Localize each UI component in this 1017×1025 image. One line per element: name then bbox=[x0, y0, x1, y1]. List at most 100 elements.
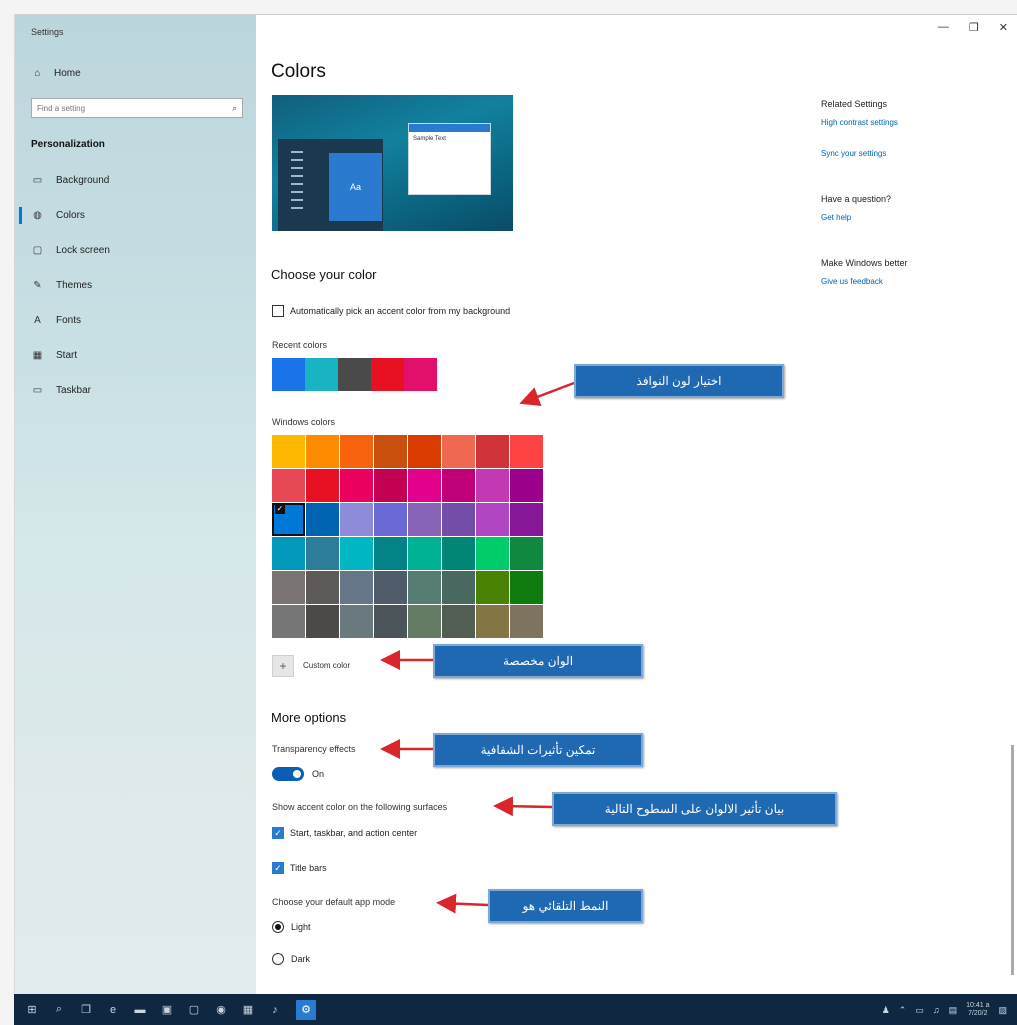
sidebar-item-fonts[interactable]: A Fonts bbox=[15, 303, 256, 338]
search-icon[interactable]: ⌕ bbox=[53, 1003, 65, 1016]
color-swatch[interactable] bbox=[272, 571, 305, 604]
color-swatch[interactable] bbox=[374, 571, 407, 604]
color-swatch[interactable] bbox=[340, 605, 373, 638]
auto-accent-row[interactable]: Automatically pick an accent color from … bbox=[272, 305, 510, 317]
custom-color-button[interactable]: + bbox=[272, 655, 294, 677]
color-swatch[interactable] bbox=[510, 605, 543, 638]
color-swatch[interactable] bbox=[272, 503, 305, 536]
color-swatch[interactable] bbox=[510, 435, 543, 468]
color-swatch[interactable] bbox=[340, 571, 373, 604]
color-swatch[interactable] bbox=[442, 537, 475, 570]
color-swatch[interactable] bbox=[408, 469, 441, 502]
color-swatch[interactable] bbox=[340, 469, 373, 502]
color-swatch[interactable] bbox=[476, 571, 509, 604]
color-swatch[interactable] bbox=[442, 605, 475, 638]
task-view-icon[interactable]: ❐ bbox=[80, 1004, 92, 1016]
color-swatch[interactable] bbox=[408, 571, 441, 604]
color-swatch[interactable] bbox=[510, 503, 543, 536]
start-windows-icon[interactable]: ⊞ bbox=[26, 1004, 38, 1016]
color-swatch[interactable] bbox=[272, 469, 305, 502]
vertical-scrollbar[interactable] bbox=[1011, 745, 1014, 975]
color-swatch[interactable] bbox=[374, 503, 407, 536]
chrome-icon[interactable]: ◉ bbox=[215, 1004, 227, 1016]
sidebar-item-themes[interactable]: ✎ Themes bbox=[15, 268, 256, 303]
color-swatch[interactable] bbox=[306, 605, 339, 638]
clock[interactable]: 10:41 a 7/20/2 bbox=[966, 1002, 989, 1018]
color-swatch[interactable] bbox=[510, 537, 543, 570]
color-swatch[interactable] bbox=[408, 537, 441, 570]
sidebar-item-lock-screen[interactable]: ▢ Lock screen bbox=[15, 233, 256, 268]
app-icon[interactable]: ♪ bbox=[269, 1004, 281, 1016]
recent-color-swatch[interactable] bbox=[305, 358, 338, 391]
feedback-link[interactable]: Give us feedback bbox=[821, 277, 1001, 286]
color-swatch[interactable] bbox=[306, 503, 339, 536]
accent-titlebar-checkbox[interactable]: ✓ bbox=[272, 862, 284, 874]
app-icon[interactable]: ▢ bbox=[188, 1004, 200, 1016]
recent-color-swatch[interactable] bbox=[272, 358, 305, 391]
volume-icon[interactable]: ♫ bbox=[933, 1005, 940, 1015]
color-swatch[interactable] bbox=[442, 469, 475, 502]
color-swatch[interactable] bbox=[306, 571, 339, 604]
color-swatch[interactable] bbox=[510, 469, 543, 502]
search-box[interactable]: ⌕ bbox=[31, 98, 243, 118]
mode-light-radio[interactable] bbox=[272, 921, 284, 933]
color-swatch[interactable] bbox=[476, 537, 509, 570]
color-swatch[interactable] bbox=[374, 605, 407, 638]
color-swatch[interactable] bbox=[476, 435, 509, 468]
color-swatch[interactable] bbox=[340, 503, 373, 536]
edge-browser-icon[interactable]: e bbox=[107, 1004, 119, 1016]
color-swatch[interactable] bbox=[340, 435, 373, 468]
keyboard-icon[interactable]: ▤ bbox=[949, 1005, 958, 1016]
mode-light-row[interactable]: Light bbox=[272, 921, 311, 933]
color-swatch[interactable] bbox=[272, 605, 305, 638]
close-button[interactable]: ✕ bbox=[999, 21, 1008, 34]
high-contrast-link[interactable]: High contrast settings bbox=[821, 118, 1001, 127]
color-swatch[interactable] bbox=[306, 469, 339, 502]
accent-start-row[interactable]: ✓ Start, taskbar, and action center bbox=[272, 827, 417, 839]
accent-titlebar-row[interactable]: ✓ Title bars bbox=[272, 862, 327, 874]
get-help-link[interactable]: Get help bbox=[821, 213, 1001, 222]
network-icon[interactable]: ▭ bbox=[915, 1005, 924, 1016]
file-explorer-icon[interactable]: ▬ bbox=[134, 1004, 146, 1016]
color-swatch[interactable] bbox=[442, 435, 475, 468]
sidebar-item-colors[interactable]: ◍ Colors bbox=[15, 198, 256, 233]
store-icon[interactable]: ▣ bbox=[161, 1004, 173, 1016]
color-swatch[interactable] bbox=[510, 571, 543, 604]
color-swatch[interactable] bbox=[408, 503, 441, 536]
color-swatch[interactable] bbox=[476, 469, 509, 502]
app-icon[interactable]: ▦ bbox=[242, 1004, 254, 1016]
auto-accent-checkbox[interactable] bbox=[272, 305, 284, 317]
color-swatch[interactable] bbox=[272, 537, 305, 570]
mode-dark-row[interactable]: Dark bbox=[272, 953, 310, 965]
color-swatch[interactable] bbox=[476, 503, 509, 536]
people-icon[interactable]: ♟ bbox=[882, 1005, 890, 1016]
sidebar-item-start[interactable]: ▦ Start bbox=[15, 338, 256, 373]
sidebar-item-background[interactable]: ▭ Background bbox=[15, 163, 256, 198]
color-swatch[interactable] bbox=[306, 435, 339, 468]
color-swatch[interactable] bbox=[340, 537, 373, 570]
color-swatch[interactable] bbox=[306, 537, 339, 570]
transparency-toggle[interactable] bbox=[272, 767, 304, 781]
settings-gear-icon[interactable]: ⚙ bbox=[296, 999, 316, 1020]
custom-color-label[interactable]: Custom color bbox=[303, 661, 350, 670]
mode-dark-radio[interactable] bbox=[272, 953, 284, 965]
sidebar-item-taskbar[interactable]: ▭ Taskbar bbox=[15, 373, 256, 408]
search-icon[interactable]: ⌕ bbox=[232, 103, 237, 114]
color-swatch[interactable] bbox=[442, 503, 475, 536]
sync-settings-link[interactable]: Sync your settings bbox=[821, 149, 1001, 158]
color-swatch[interactable] bbox=[442, 571, 475, 604]
color-swatch[interactable] bbox=[374, 435, 407, 468]
minimize-button[interactable]: — bbox=[938, 21, 949, 34]
home-nav-item[interactable]: ⌂ Home bbox=[31, 67, 80, 79]
accent-start-checkbox[interactable]: ✓ bbox=[272, 827, 284, 839]
recent-color-swatch[interactable] bbox=[404, 358, 437, 391]
color-swatch[interactable] bbox=[272, 435, 305, 468]
search-input[interactable] bbox=[37, 103, 217, 113]
chevron-up-icon[interactable]: ⌃ bbox=[899, 1005, 907, 1016]
recent-color-swatch[interactable] bbox=[371, 358, 404, 391]
color-swatch[interactable] bbox=[374, 537, 407, 570]
color-swatch[interactable] bbox=[408, 435, 441, 468]
color-swatch[interactable] bbox=[408, 605, 441, 638]
maximize-button[interactable]: ❐ bbox=[969, 21, 979, 34]
color-swatch[interactable] bbox=[476, 605, 509, 638]
